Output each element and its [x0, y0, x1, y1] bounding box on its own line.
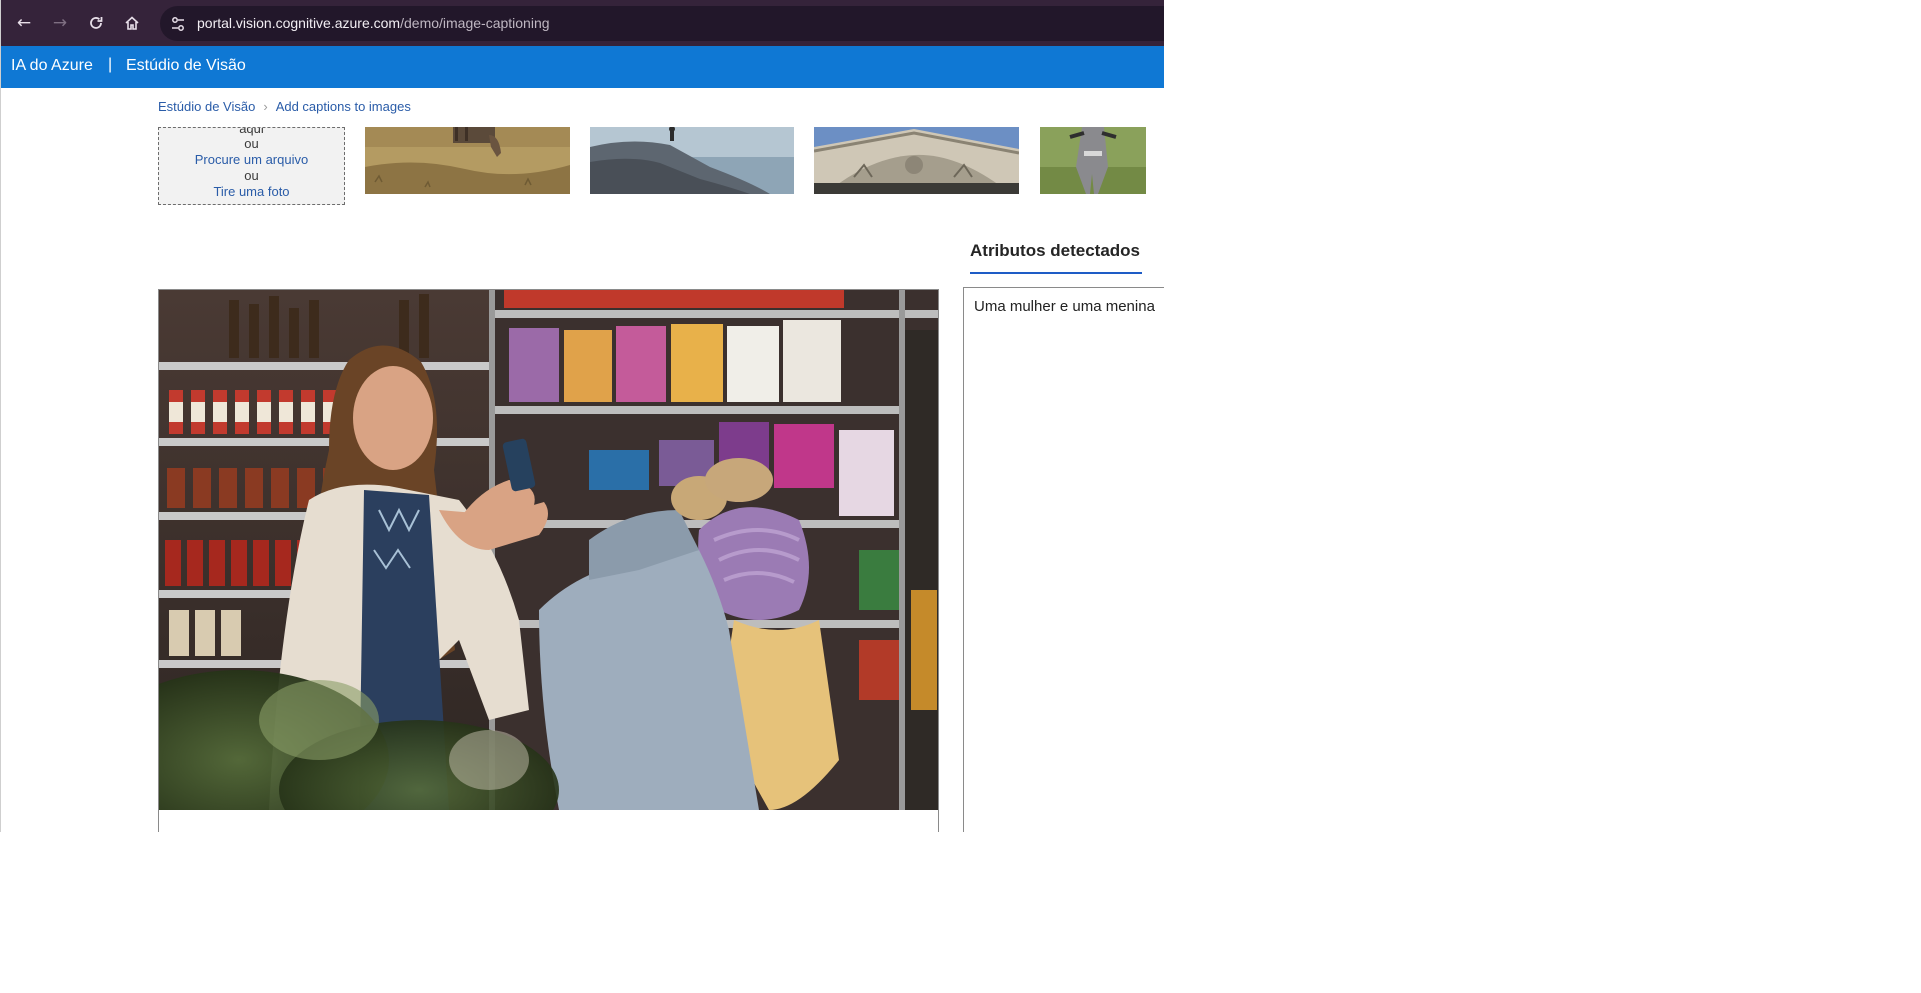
breadcrumb: Estúdio de Visão › Add captions to images [158, 99, 411, 114]
sample-image-building[interactable] [814, 127, 1019, 194]
active-tab-indicator [970, 272, 1142, 274]
upload-dropzone[interactable]: aqui ou Procure um arquivo ou Tire uma f… [158, 127, 345, 205]
url-text: portal.vision.cognitive.azure.com/demo/i… [197, 15, 550, 31]
header-separator: | [108, 56, 113, 73]
or-text-2: ou [244, 168, 259, 183]
sample-image-cliff[interactable] [590, 127, 794, 194]
drop-text: aqui [239, 127, 264, 136]
chevron-right-icon: › [263, 99, 268, 114]
address-bar[interactable]: portal.vision.cognitive.azure.com/demo/i… [160, 6, 1164, 41]
browser-viewport: ← → portal.vision.cognitive.azure.com/de… [0, 0, 1164, 832]
home-icon[interactable] [121, 12, 143, 34]
browse-file-link[interactable]: Procure um arquivo [159, 152, 344, 167]
sample-image-person[interactable] [1040, 127, 1146, 194]
back-icon[interactable]: ← [13, 12, 35, 34]
browser-toolbar: ← → portal.vision.cognitive.azure.com/de… [1, 0, 1164, 46]
azure-brand-link[interactable]: IA do Azure [11, 57, 93, 75]
product-name-link[interactable]: Estúdio de Visão [126, 57, 246, 75]
breadcrumb-current-link[interactable]: Add captions to images [276, 99, 411, 114]
breadcrumb-root-link[interactable]: Estúdio de Visão [158, 99, 255, 114]
caption-result-box: Uma mulher e uma menina [963, 287, 1164, 832]
tab-detected-attributes[interactable]: Atributos detectados [970, 241, 1140, 261]
selected-image [159, 290, 938, 810]
caption-text: Uma mulher e uma menina [974, 298, 1155, 315]
selected-image-frame [158, 289, 939, 832]
site-settings-icon[interactable] [169, 15, 187, 33]
or-text-1: ou [244, 136, 259, 151]
azure-top-bar: IA do Azure | Estúdio de Visão [1, 46, 1164, 88]
take-photo-link[interactable]: Tire uma foto [159, 184, 344, 199]
forward-icon[interactable]: → [49, 12, 71, 34]
reload-icon[interactable] [85, 12, 107, 34]
sample-image-animals[interactable] [365, 127, 570, 194]
